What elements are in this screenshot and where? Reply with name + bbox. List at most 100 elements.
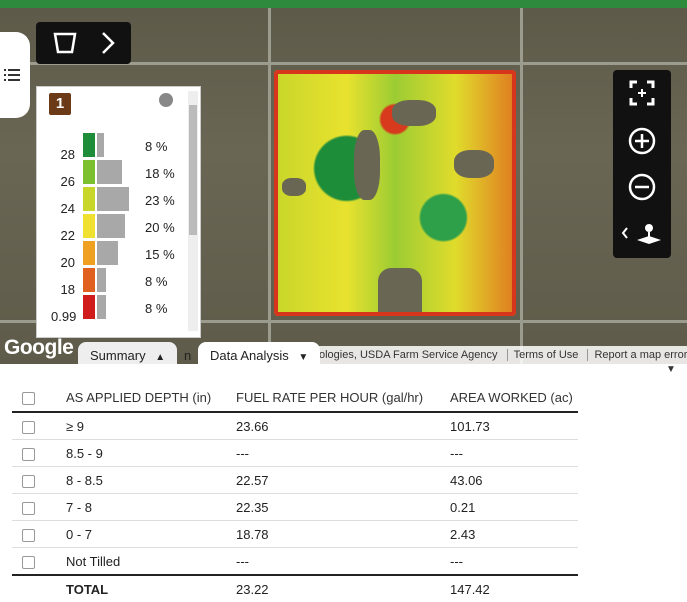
row-checkbox[interactable] (22, 555, 35, 569)
tab-summary-label: Summary (90, 348, 146, 363)
row-checkbox[interactable] (22, 501, 35, 515)
table-row[interactable]: 7 - 8 22.35 0.21 (12, 493, 578, 522)
legend-percent: 20 % (145, 220, 175, 235)
google-logo: Google (4, 336, 74, 359)
cell-fuel: --- (236, 439, 450, 468)
header-area: AREA WORKED (ac) (450, 384, 578, 414)
yield-heatmap-field[interactable] (274, 70, 516, 316)
attribution-text: ologies, USDA Farm Service Agency (319, 349, 498, 361)
legend-panel: 1 28 8 % 26 18 % 24 23 % 22 20 % 20 15 % 18 8 % 0.99… (36, 86, 201, 338)
legend-percent: 23 % (145, 193, 175, 208)
fullscreen-icon[interactable] (627, 78, 657, 108)
map-tool-bar (36, 22, 131, 64)
row-select[interactable] (12, 493, 66, 522)
header-select-all[interactable] (12, 384, 66, 414)
zoom-out-icon[interactable] (627, 172, 657, 202)
table-total-row: TOTAL 23.22 147.42 (12, 574, 578, 602)
legend-percent: 8 % (145, 274, 168, 289)
legend-row: 28 8 % (37, 133, 183, 162)
legend-swatch (83, 160, 95, 184)
legend-row: 24 23 % (37, 187, 183, 216)
scroll-thumb[interactable] (189, 105, 197, 235)
cell-depth: ≥ 9 (66, 412, 236, 441)
layers-toggle[interactable] (0, 32, 30, 118)
legend-histogram-bar (97, 241, 118, 265)
cell-area: 43.06 (450, 466, 578, 495)
cell-depth: 8 - 8.5 (66, 466, 236, 495)
row-select[interactable] (12, 466, 66, 495)
cell-fuel: 22.35 (236, 493, 450, 522)
cell-fuel: --- (236, 547, 450, 576)
field-boundary-icon[interactable] (52, 30, 78, 56)
row-select[interactable] (12, 520, 66, 549)
table-row[interactable]: ≥ 9 23.66 101.73 (12, 412, 578, 441)
tab-data-analysis-label: Data Analysis (210, 348, 289, 363)
table-row[interactable]: 8 - 8.5 22.57 43.06 (12, 466, 578, 495)
legend-value: 28 (60, 147, 75, 162)
row-select[interactable] (12, 547, 66, 576)
legend-swatch (83, 214, 95, 238)
select-all-checkbox[interactable] (22, 392, 35, 406)
row-select[interactable] (12, 439, 66, 468)
legend-histogram-bar (97, 160, 122, 184)
field-edge (274, 70, 516, 316)
map-zoom-controls (613, 70, 671, 258)
cell-area: --- (450, 439, 578, 468)
tab-data-analysis[interactable]: Data Analysis ▼ (198, 342, 321, 364)
legend-histogram-bar (97, 268, 106, 292)
row-checkbox[interactable] (22, 474, 35, 488)
layer-badge[interactable]: 1 (49, 93, 71, 115)
legend-histogram-bar (97, 133, 104, 157)
legend-percent: 18 % (145, 166, 175, 181)
legend-swatch (83, 187, 95, 211)
scroll-down-icon[interactable]: ▼ (666, 364, 676, 375)
cell-area: 2.43 (450, 520, 578, 549)
legend-row: 26 18 % (37, 160, 183, 189)
header-depth: AS APPLIED DEPTH (in) (66, 384, 236, 414)
report-map-error-link[interactable]: Report a map error (587, 349, 687, 361)
tab-partial-label: n (184, 348, 192, 363)
table-row[interactable]: 0 - 7 18.78 2.43 (12, 520, 578, 549)
cell-depth: 7 - 8 (66, 493, 236, 522)
caret-up-icon: ▲ (155, 352, 166, 363)
cell-depth: 0 - 7 (66, 520, 236, 549)
terms-link[interactable]: Terms of Use (506, 349, 585, 361)
row-checkbox[interactable] (22, 447, 35, 461)
cell-area: 101.73 (450, 412, 578, 441)
cell-depth: 8.5 - 9 (66, 439, 236, 468)
list-icon (4, 69, 20, 81)
legend-percent: 15 % (145, 247, 175, 262)
field-map[interactable]: 1 28 8 % 26 18 % 24 23 % 22 20 % 20 15 % 18 8 % 0.99… (0, 8, 687, 364)
table-row[interactable]: Not Tilled --- --- (12, 547, 578, 576)
cell-fuel: 22.57 (236, 466, 450, 495)
legend-value: 26 (60, 174, 75, 189)
settings-icon[interactable] (159, 93, 173, 107)
legend-value: 0.99 (51, 309, 77, 324)
map-attribution: ologies, USDA Farm Service Agency Terms … (313, 346, 687, 364)
legend-histogram-bar (97, 214, 125, 238)
map-layers-icon[interactable] (621, 218, 665, 248)
zoom-in-icon[interactable] (627, 126, 657, 156)
row-checkbox[interactable] (22, 528, 35, 542)
data-table: AS APPLIED DEPTH (in) FUEL RATE PER HOUR… (12, 384, 578, 602)
row-checkbox[interactable] (22, 420, 35, 434)
cell-area: 0.21 (450, 493, 578, 522)
legend-row: 18 8 % (37, 268, 183, 297)
total-spacer (12, 574, 66, 602)
legend-scrollbar[interactable] (188, 91, 198, 331)
total-area: 147.42 (450, 574, 578, 602)
tab-partial: n (184, 342, 191, 364)
chevron-right-icon[interactable] (98, 31, 118, 55)
road (520, 8, 523, 364)
cell-fuel: 18.78 (236, 520, 450, 549)
table-row[interactable]: 8.5 - 9 --- --- (12, 439, 578, 468)
table-header-row: AS APPLIED DEPTH (in) FUEL RATE PER HOUR… (12, 384, 578, 414)
legend-percent: 8 % (145, 139, 168, 154)
total-fuel: 23.22 (236, 574, 450, 602)
legend-value: 24 (60, 201, 75, 216)
tab-summary[interactable]: Summary ▲ (78, 342, 178, 364)
row-select[interactable] (12, 412, 66, 441)
legend-percent: 8 % (145, 301, 168, 316)
total-label: TOTAL (66, 574, 236, 602)
legend-swatch (83, 133, 95, 157)
